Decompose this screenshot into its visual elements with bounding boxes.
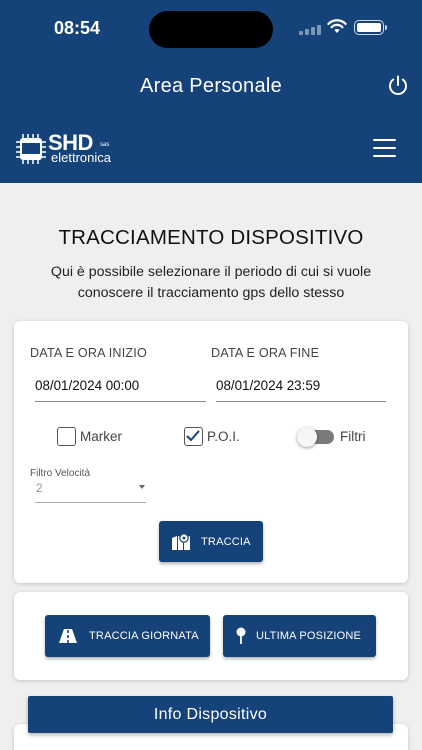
pin-icon: [236, 627, 246, 644]
app-title: Area Personale: [139, 75, 283, 97]
last-position-label: ULTIMA POSIZIONE: [256, 630, 362, 642]
track-button[interactable]: TRACCIA: [159, 521, 263, 562]
checkmark-icon: [186, 430, 200, 441]
marker-checkbox[interactable]: [57, 427, 76, 446]
last-position-button[interactable]: ULTIMA POSIZIONE: [223, 615, 376, 657]
marker-label: Marker: [80, 429, 123, 444]
power-icon[interactable]: [386, 74, 410, 98]
track-button-label: TRACCIA: [201, 535, 251, 548]
hamburger-menu-icon[interactable]: [373, 139, 396, 157]
start-date-input[interactable]: 08/01/2024 00:00: [35, 378, 139, 393]
dynamic-island: [149, 11, 273, 48]
start-date-label: DATA E ORA INIZIO: [30, 346, 147, 360]
tracking-form-card: DATA E ORA INIZIO 08/01/2024 00:00 DATA …: [14, 321, 408, 583]
shd-logo: SHD sas elettronica: [14, 130, 124, 166]
track-day-label: TRACCIA GIORNATA: [89, 630, 199, 642]
filtri-toggle[interactable]: [297, 427, 334, 447]
start-date-underline: [35, 401, 206, 402]
end-date-label: DATA E ORA FINE: [211, 346, 320, 360]
end-date-underline: [216, 401, 386, 402]
page-title: TRACCIAMENTO DISPOSITIVO: [58, 226, 364, 249]
chevron-down-icon: [139, 485, 145, 489]
chip-icon: [16, 134, 46, 164]
speed-filter-select[interactable]: 2: [36, 481, 43, 495]
battery-icon: [354, 20, 387, 35]
logo-suffix: sas: [100, 142, 110, 148]
road-icon: [59, 629, 77, 643]
speed-filter-label: Filtro Velocità: [30, 468, 91, 479]
cellular-signal-icon: [299, 23, 321, 35]
device-info-button[interactable]: Info Dispositivo: [28, 696, 393, 733]
map-pin-icon: [172, 532, 190, 550]
track-day-button[interactable]: TRACCIA GIORNATA: [45, 615, 210, 657]
actions-card: TRACCIA GIORNATA ULTIMA POSIZIONE: [14, 592, 408, 680]
status-time: 08:54: [54, 18, 101, 38]
logo-subtitle: elettronica: [51, 150, 111, 165]
poi-checkbox[interactable]: [184, 427, 203, 446]
wifi-icon: [327, 19, 347, 33]
speed-filter-underline: [35, 502, 146, 503]
poi-label: P.O.I.: [207, 429, 240, 444]
status-bar: 08:54: [0, 0, 422, 58]
end-date-input[interactable]: 08/01/2024 23:59: [216, 378, 320, 393]
page-description: Qui è possibile selezionare il periodo d…: [50, 264, 372, 301]
filtri-label: Filtri: [340, 429, 366, 444]
app-header: 08:54 Area Personale SHD sas elettronica: [0, 0, 422, 183]
